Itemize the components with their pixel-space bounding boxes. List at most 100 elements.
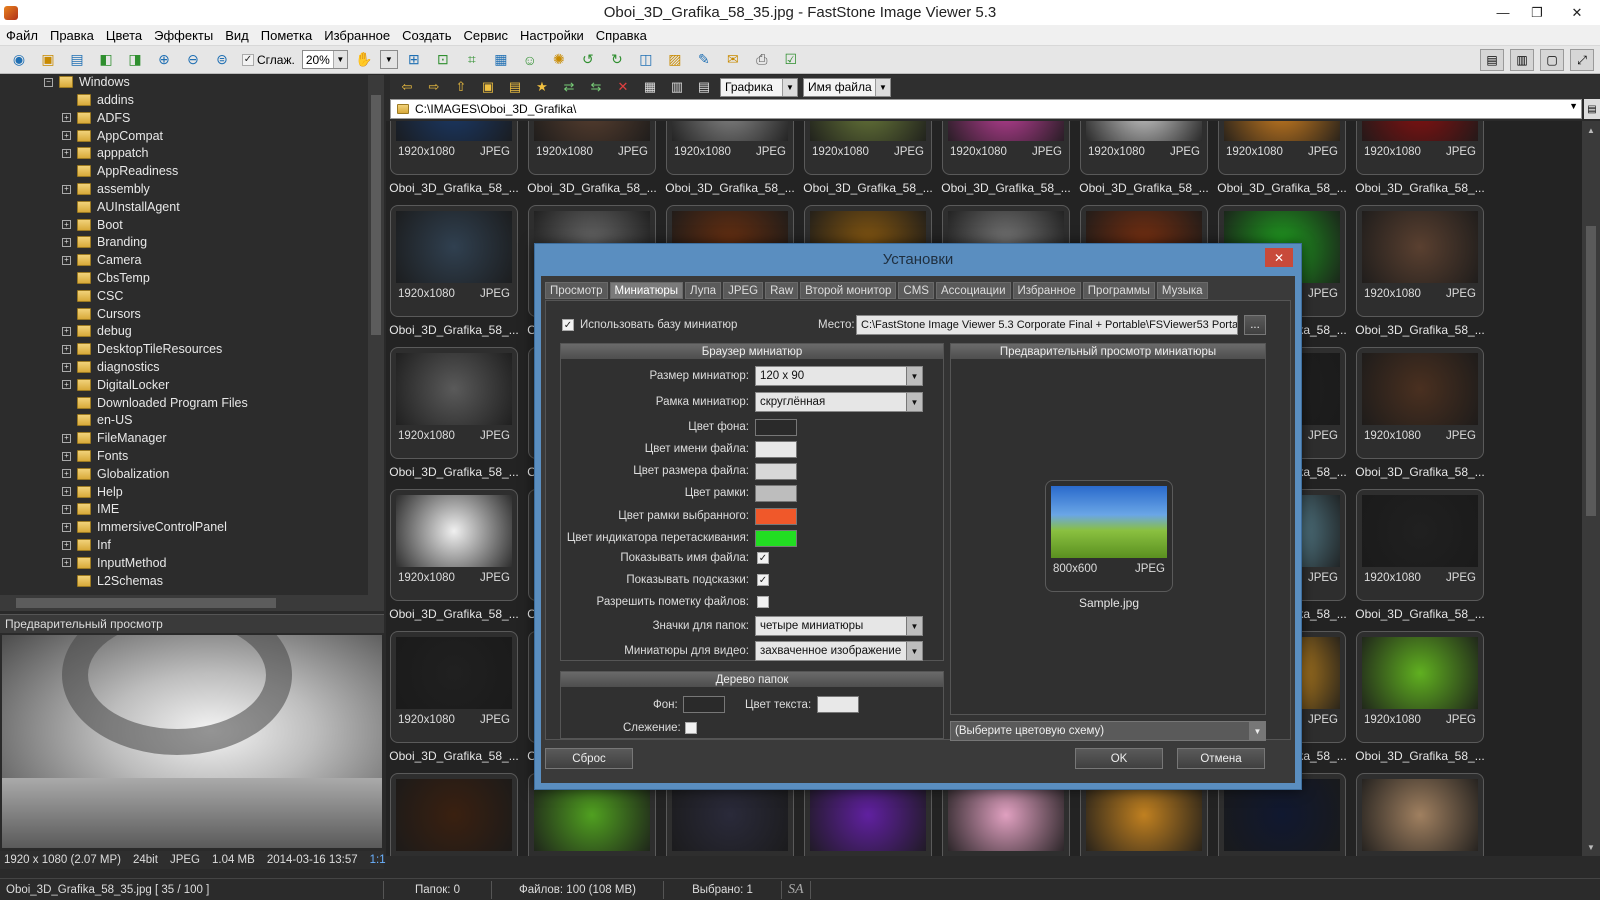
preview-image[interactable] xyxy=(2,635,382,848)
menu-item[interactable]: Настройки xyxy=(514,28,590,43)
chevron-down-icon[interactable]: ▼ xyxy=(782,78,797,96)
email-icon[interactable]: ✉ xyxy=(720,49,746,71)
expand-icon[interactable]: + xyxy=(62,220,71,230)
chevron-down-icon[interactable]: ▼ xyxy=(1249,722,1265,740)
expand-icon[interactable]: + xyxy=(62,148,71,158)
tree-item[interactable]: + Boot xyxy=(62,216,123,234)
copy-to-icon[interactable]: ▨ xyxy=(662,49,688,71)
tree-item[interactable]: +L2Schemas xyxy=(62,572,163,590)
view-thumbs-icon[interactable]: ▦ xyxy=(639,77,661,97)
expand-icon[interactable]: + xyxy=(62,451,71,461)
chevron-down-icon[interactable]: ▼ xyxy=(1569,101,1578,111)
folder-tree[interactable]: − Windows +addins+ADFS+AppCompat+apppatc… xyxy=(0,75,384,595)
filesize-color-swatch[interactable] xyxy=(755,463,797,480)
dialog-tab[interactable]: Избранное xyxy=(1012,282,1081,299)
print-icon[interactable]: ⎙ xyxy=(749,49,775,71)
frame-color-swatch[interactable] xyxy=(755,485,797,502)
resize-icon[interactable]: ⊡ xyxy=(430,49,456,71)
tree-item[interactable]: +Cursors xyxy=(62,305,141,323)
thumbnail-filename[interactable]: Oboi_3D_Grafika_58_... xyxy=(938,181,1074,195)
location-input[interactable]: C:\FastStone Image Viewer 5.3 Corporate … xyxy=(856,315,1238,335)
tree-item[interactable]: + AppCompat xyxy=(62,127,163,145)
expand-icon[interactable]: + xyxy=(62,362,71,372)
expand-icon[interactable]: + xyxy=(62,131,71,141)
thumbnail-card[interactable]: 1920x1080JPEG xyxy=(1356,773,1484,856)
chevron-down-icon[interactable]: ▼ xyxy=(906,393,922,411)
smooth-toggle[interactable]: ✓ Сглаж. xyxy=(242,53,295,67)
thumbnail-card[interactable]: 1920x1080JPEG xyxy=(1080,121,1208,175)
dialog-tab[interactable]: Музыка xyxy=(1156,282,1208,299)
dialog-tab[interactable]: Миниатюры xyxy=(609,282,684,299)
layout-browser-icon[interactable]: ▤ xyxy=(1480,49,1504,71)
menu-item[interactable]: Файл xyxy=(0,28,44,43)
tree-item[interactable]: +AppReadiness xyxy=(62,162,178,180)
thumbnail-filename[interactable]: Oboi_3D_Grafika_58_... xyxy=(1352,465,1488,479)
expand-icon[interactable]: + xyxy=(62,237,71,247)
next-image-icon[interactable]: ◨ xyxy=(122,49,148,71)
expand-icon[interactable]: + xyxy=(62,558,71,568)
dialog-tab[interactable]: Второй монитор xyxy=(800,282,897,299)
selected-frame-color-swatch[interactable] xyxy=(755,508,797,525)
minimize-button[interactable]: — xyxy=(1486,0,1520,25)
thumbnail-card[interactable]: 1920x1080JPEG xyxy=(1218,121,1346,175)
chevron-down-icon[interactable]: ▼ xyxy=(906,617,922,635)
copy-icon[interactable]: ⇄ xyxy=(558,77,580,97)
scroll-thumb[interactable] xyxy=(1586,226,1596,516)
chevron-down-icon[interactable]: ▼ xyxy=(332,51,347,68)
menu-item[interactable]: Создать xyxy=(396,28,457,43)
collapse-icon[interactable]: − xyxy=(44,77,53,87)
reset-button[interactable]: Сброс xyxy=(545,748,633,769)
rotate-left-icon[interactable]: ↺ xyxy=(575,49,601,71)
folder-open-icon[interactable]: ▣ xyxy=(35,49,61,71)
dialog-tab[interactable]: Программы xyxy=(1082,282,1155,299)
cancel-button[interactable]: Отмена xyxy=(1177,748,1265,769)
tree-item[interactable]: + Branding xyxy=(62,233,147,251)
video-thumbs-combo[interactable]: захваченное изображение ▼ xyxy=(755,641,923,661)
drag-color-swatch[interactable] xyxy=(755,530,797,547)
scroll-thumb[interactable] xyxy=(16,598,276,608)
tree-item[interactable]: + apppatch xyxy=(62,144,148,162)
dialog-tab[interactable]: Ассоциации xyxy=(935,282,1011,299)
forward-icon[interactable]: ⇨ xyxy=(423,77,445,97)
dialog-tab[interactable]: Raw xyxy=(765,282,799,299)
filter-combo[interactable]: Графика ▼ xyxy=(720,77,798,97)
maximize-button[interactable]: ❐ xyxy=(1520,0,1554,25)
back-icon[interactable]: ⇦ xyxy=(396,77,418,97)
actual-size-icon[interactable]: ⊜ xyxy=(209,49,235,71)
hand-tool-icon[interactable]: ✋ xyxy=(351,49,377,71)
frame-combo[interactable]: скруглённая ▼ xyxy=(755,392,923,412)
layout-explorer-icon[interactable]: ▥ xyxy=(1510,49,1534,71)
thumbnail-filename[interactable]: Oboi_3D_Grafika_58_... xyxy=(1214,181,1350,195)
use-db-checkbox[interactable]: ✓ xyxy=(562,319,574,331)
view-list-icon[interactable]: ▥ xyxy=(666,77,688,97)
thumbnail-filename[interactable]: Oboi_3D_Grafika_58_... xyxy=(386,465,522,479)
tree-item[interactable]: + Help xyxy=(62,483,123,501)
dialog-tab[interactable]: JPEG xyxy=(723,282,764,299)
thumbnail-filename[interactable]: Oboi_3D_Grafika_58_... xyxy=(1352,323,1488,337)
name-color-swatch[interactable] xyxy=(755,441,797,458)
tree-item[interactable]: + Camera xyxy=(62,251,141,269)
expand-icon[interactable]: + xyxy=(62,504,71,514)
sort-combo[interactable]: Имя файла ▼ xyxy=(803,77,891,97)
thumbnail-filename[interactable]: Oboi_3D_Grafika_58_... xyxy=(1352,749,1488,763)
move-icon[interactable]: ⇆ xyxy=(585,77,607,97)
thumbnail-filename[interactable]: Oboi_3D_Grafika_58_... xyxy=(386,749,522,763)
menu-item[interactable]: Эффекты xyxy=(148,28,219,43)
slideshow-icon[interactable]: ▦ xyxy=(488,49,514,71)
tree-item[interactable]: +CbsTemp xyxy=(62,269,150,287)
tree-item[interactable]: + debug xyxy=(62,322,132,340)
bg-color-swatch[interactable] xyxy=(755,419,797,436)
scanner-icon[interactable]: ☑ xyxy=(778,49,804,71)
chevron-down-icon[interactable]: ▼ xyxy=(906,367,922,385)
tree-text-swatch[interactable] xyxy=(817,696,859,713)
expand-icon[interactable]: + xyxy=(62,540,71,550)
scroll-down-icon[interactable]: ▼ xyxy=(1582,840,1600,854)
tree-item[interactable]: + IME xyxy=(62,500,119,518)
show-hints-checkbox[interactable]: ✓ xyxy=(757,574,769,586)
dialog-tab[interactable]: Просмотр xyxy=(545,282,608,299)
tree-item[interactable]: + ADFS xyxy=(62,109,130,127)
tree-item[interactable]: +Downloaded Program Files xyxy=(62,394,248,412)
ok-button[interactable]: OK xyxy=(1075,748,1163,769)
thumbnail-card[interactable]: 1920x1080JPEG xyxy=(390,489,518,601)
tree-item[interactable]: + diagnostics xyxy=(62,358,160,376)
